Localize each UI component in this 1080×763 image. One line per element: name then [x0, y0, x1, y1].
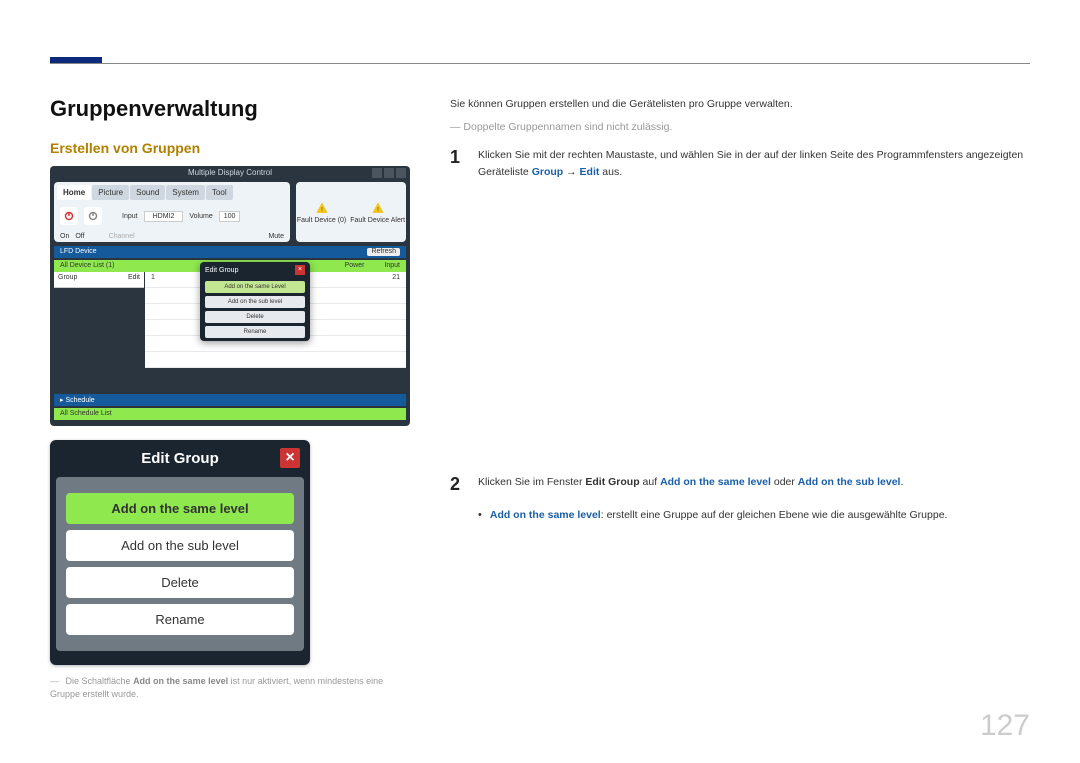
step-2: 2 Klicken Sie im Fenster Edit Group auf … [450, 474, 1030, 495]
page-number: 127 [980, 709, 1030, 743]
alert-label: Fault Device Alert [350, 217, 405, 224]
intro-note-dash: ― [450, 121, 463, 133]
col-input: Input [384, 262, 400, 270]
add-sub-level-button[interactable]: Add on the sub level [66, 530, 294, 561]
step2-d: . [900, 476, 903, 488]
footnote-dash: ― [50, 676, 62, 686]
bullet-link: Add on the same level [490, 509, 601, 521]
intro-note: ― Doppelte Gruppennamen sind nicht zuläs… [450, 121, 1030, 133]
close-icon[interactable]: × [280, 448, 300, 468]
step-number: 1 [450, 147, 466, 168]
alert-panel: ! Fault Device (0) ! Fault Device Alert [296, 182, 406, 242]
edit-group-dialog-small: Edit Group × Add on the same Level Add o… [200, 262, 310, 341]
step-text: Klicken Sie im Fenster Edit Group auf Ad… [478, 474, 1030, 491]
screenshot-edit-group-dialog: Edit Group × Add on the same level Add o… [50, 440, 310, 665]
step2-b: auf [640, 476, 660, 488]
add-sub-level-button[interactable]: Add on the sub level [205, 296, 305, 308]
bullet-rest: : erstellt eine Gruppe auf der gleichen … [601, 509, 948, 521]
label-off: Off [75, 233, 84, 240]
delete-button[interactable]: Delete [66, 567, 294, 598]
rename-button[interactable]: Rename [66, 604, 294, 635]
close-icon[interactable]: × [295, 265, 305, 275]
label-mute[interactable]: Mute [268, 233, 284, 240]
sidebar-group-row[interactable]: Group Edit [54, 272, 144, 288]
refresh-button[interactable]: Refresh [367, 248, 400, 256]
schedule-label: Schedule [65, 397, 94, 404]
add-same-level-button[interactable]: Add on the same Level [205, 281, 305, 293]
arrow: → [563, 166, 579, 178]
dialog-title: Edit Group [141, 450, 219, 467]
warning-icon: ! [315, 201, 329, 215]
lfd-header: LFD Device Refresh [54, 246, 406, 258]
label-input: Input [122, 213, 138, 220]
power-on-icon[interactable] [60, 207, 78, 225]
window-controls[interactable] [372, 168, 406, 178]
label-channel: Channel [109, 233, 135, 240]
footnote: ― Die Schaltfläche Add on the same level… [50, 675, 410, 700]
right-column: Sie können Gruppen erstellen und die Ger… [450, 96, 1030, 521]
header-rule [50, 63, 1030, 64]
power-off-icon[interactable] [84, 207, 102, 225]
fault-label: Fault Device (0) [297, 217, 346, 224]
step2-c: oder [771, 476, 798, 488]
page-title: Gruppenverwaltung [50, 96, 410, 122]
label-on: On [60, 233, 69, 240]
tab-home[interactable]: Home [57, 185, 91, 200]
all-devices-label: All Device List (1) [60, 262, 114, 270]
input-value[interactable]: HDMI2 [144, 211, 184, 222]
window-title: Multiple Display Control [50, 168, 410, 177]
footnote-text-a: Die Schaltfläche [66, 676, 134, 686]
row-id: 1 [151, 274, 155, 285]
svg-text:!: ! [377, 206, 379, 213]
row-val: 21 [392, 274, 400, 285]
tab-picture[interactable]: Picture [92, 185, 129, 200]
mdc-toolbar: Home Picture Sound System Tool Input HDM… [54, 182, 290, 242]
section-title: Erstellen von Gruppen [50, 140, 410, 156]
bold-edit-group: Edit Group [585, 476, 639, 488]
volume-value[interactable]: 100 [219, 211, 241, 222]
tab-sound[interactable]: Sound [130, 185, 165, 200]
svg-text:!: ! [321, 206, 323, 213]
intro-text: Sie können Gruppen erstellen und die Ger… [450, 96, 1030, 113]
bullet-1: • Add on the same level: erstellt eine G… [478, 509, 1030, 521]
link-edit: Edit [580, 166, 600, 178]
step2-a: Klicken Sie im Fenster [478, 476, 585, 488]
schedule-list[interactable]: All Schedule List [54, 408, 406, 420]
add-same-level-button[interactable]: Add on the same level [66, 493, 294, 524]
step-1: 1 Klicken Sie mit der rechten Maustaste,… [450, 147, 1030, 181]
tab-system[interactable]: System [166, 185, 205, 200]
bullet-dot: • [478, 509, 482, 521]
link-sub-level: Add on the sub level [798, 476, 901, 488]
rename-button[interactable]: Rename [205, 326, 305, 338]
screenshot-mdc-window: Multiple Display Control Home Picture So… [50, 166, 410, 426]
group-label: Group [58, 274, 77, 285]
step-text: Klicken Sie mit der rechten Maustaste, u… [478, 147, 1030, 181]
label-volume: Volume [189, 213, 212, 220]
delete-button[interactable]: Delete [205, 311, 305, 323]
link-same-level: Add on the same level [660, 476, 771, 488]
link-group: Group [532, 166, 564, 178]
left-column: Gruppenverwaltung Erstellen von Gruppen … [50, 96, 410, 700]
bullet-text: Add on the same level: erstellt eine Gru… [490, 509, 948, 521]
step1-b: aus. [599, 166, 622, 178]
edit-label[interactable]: Edit [128, 274, 140, 285]
step-number: 2 [450, 474, 466, 495]
lfd-label: LFD Device [60, 248, 97, 256]
col-power: Power [345, 262, 365, 270]
dialog-title: Edit Group [205, 267, 238, 274]
tab-tool[interactable]: Tool [206, 185, 233, 200]
footnote-bold: Add on the same level [133, 676, 228, 686]
schedule-header[interactable]: ▸ Schedule [54, 394, 406, 406]
warning-icon: ! [371, 201, 385, 215]
intro-note-text: Doppelte Gruppennamen sind nicht zulässi… [463, 121, 672, 133]
